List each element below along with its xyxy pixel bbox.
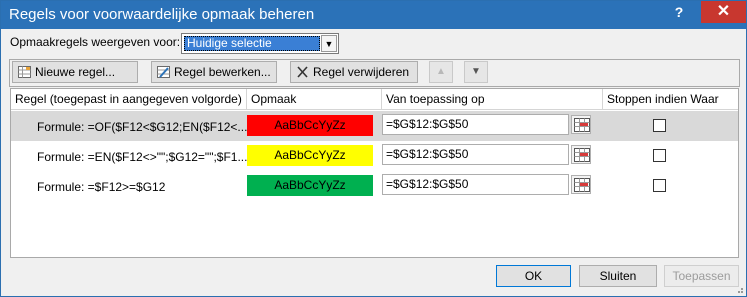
stop-if-true-checkbox[interactable] (653, 119, 666, 132)
delete-icon (297, 66, 308, 78)
help-button[interactable]: ? (656, 1, 702, 23)
format-preview: AaBbCcYyZz (247, 145, 373, 166)
move-up-button[interactable]: ▲ (429, 61, 453, 83)
window-title: Regels voor voorwaardelijke opmaak beher… (9, 6, 315, 23)
range-picker-icon (574, 148, 590, 162)
stop-if-true-checkbox[interactable] (653, 179, 666, 192)
close-button[interactable]: Sluiten (579, 265, 657, 287)
format-preview: AaBbCcYyZz (247, 175, 373, 196)
range-picker-button[interactable] (571, 115, 591, 134)
resize-grip-icon[interactable] (734, 284, 744, 294)
dialog-window: Regels voor voorwaardelijke opmaak beher… (0, 0, 747, 297)
title-bar[interactable]: Regels voor voorwaardelijke opmaak beher… (1, 1, 746, 29)
header-format[interactable]: Opmaak (247, 89, 382, 110)
format-preview: AaBbCcYyZz (247, 115, 373, 136)
header-stop-if-true[interactable]: Stoppen indien Waar (603, 89, 738, 110)
rule-formula: Formule: =OF($F12<$G12;EN($F12<... (37, 120, 248, 134)
show-for-label: Opmaakregels weergeven voor: (10, 35, 181, 49)
applies-to-input[interactable]: =$G$12:$G$50 (382, 144, 569, 165)
edit-rule-icon (157, 66, 170, 78)
range-picker-button[interactable] (571, 175, 591, 194)
table-row[interactable]: Formule: =OF($F12<$G12;EN($F12<... AaBbC… (11, 111, 738, 141)
new-rule-label: Nieuwe regel... (35, 65, 116, 79)
delete-rule-button[interactable]: Regel verwijderen (290, 61, 418, 83)
show-for-selected-value: Huidige selectie (184, 36, 320, 51)
range-picker-button[interactable] (571, 145, 591, 164)
ok-button[interactable]: OK (496, 265, 571, 287)
stop-if-true-checkbox[interactable] (653, 149, 666, 162)
table-row[interactable]: Formule: =EN($F12<>"";$G12="";$F1... AaB… (11, 141, 738, 171)
chevron-down-icon[interactable]: ▼ (321, 35, 337, 52)
new-rule-button[interactable]: Nieuwe regel... (12, 61, 138, 83)
show-for-dropdown[interactable]: Huidige selectie ▼ (181, 33, 339, 54)
applies-to-input[interactable]: =$G$12:$G$50 (382, 174, 569, 195)
rule-formula: Formule: =EN($F12<>"";$G12="";$F1... (37, 150, 248, 164)
delete-rule-label: Regel verwijderen (313, 65, 410, 79)
rule-formula: Formule: =$F12>=$G12 (37, 180, 166, 194)
rules-table: Regel (toegepast in aangegeven volgorde)… (10, 88, 739, 258)
new-rule-icon (18, 66, 31, 78)
table-row[interactable]: Formule: =$F12>=$G12 AaBbCcYyZz =$G$12:$… (11, 171, 738, 201)
close-window-button[interactable]: ✕ (701, 1, 746, 23)
range-picker-icon (574, 178, 590, 192)
edit-rule-label: Regel bewerken... (174, 65, 271, 79)
apply-button[interactable]: Toepassen (664, 265, 739, 287)
range-picker-icon (574, 118, 590, 132)
header-rule[interactable]: Regel (toegepast in aangegeven volgorde) (11, 89, 247, 110)
applies-to-input[interactable]: =$G$12:$G$50 (382, 114, 569, 135)
move-down-button[interactable]: ▼ (464, 61, 488, 83)
header-applies-to[interactable]: Van toepassing op (382, 89, 603, 110)
edit-rule-button[interactable]: Regel bewerken... (151, 61, 277, 83)
